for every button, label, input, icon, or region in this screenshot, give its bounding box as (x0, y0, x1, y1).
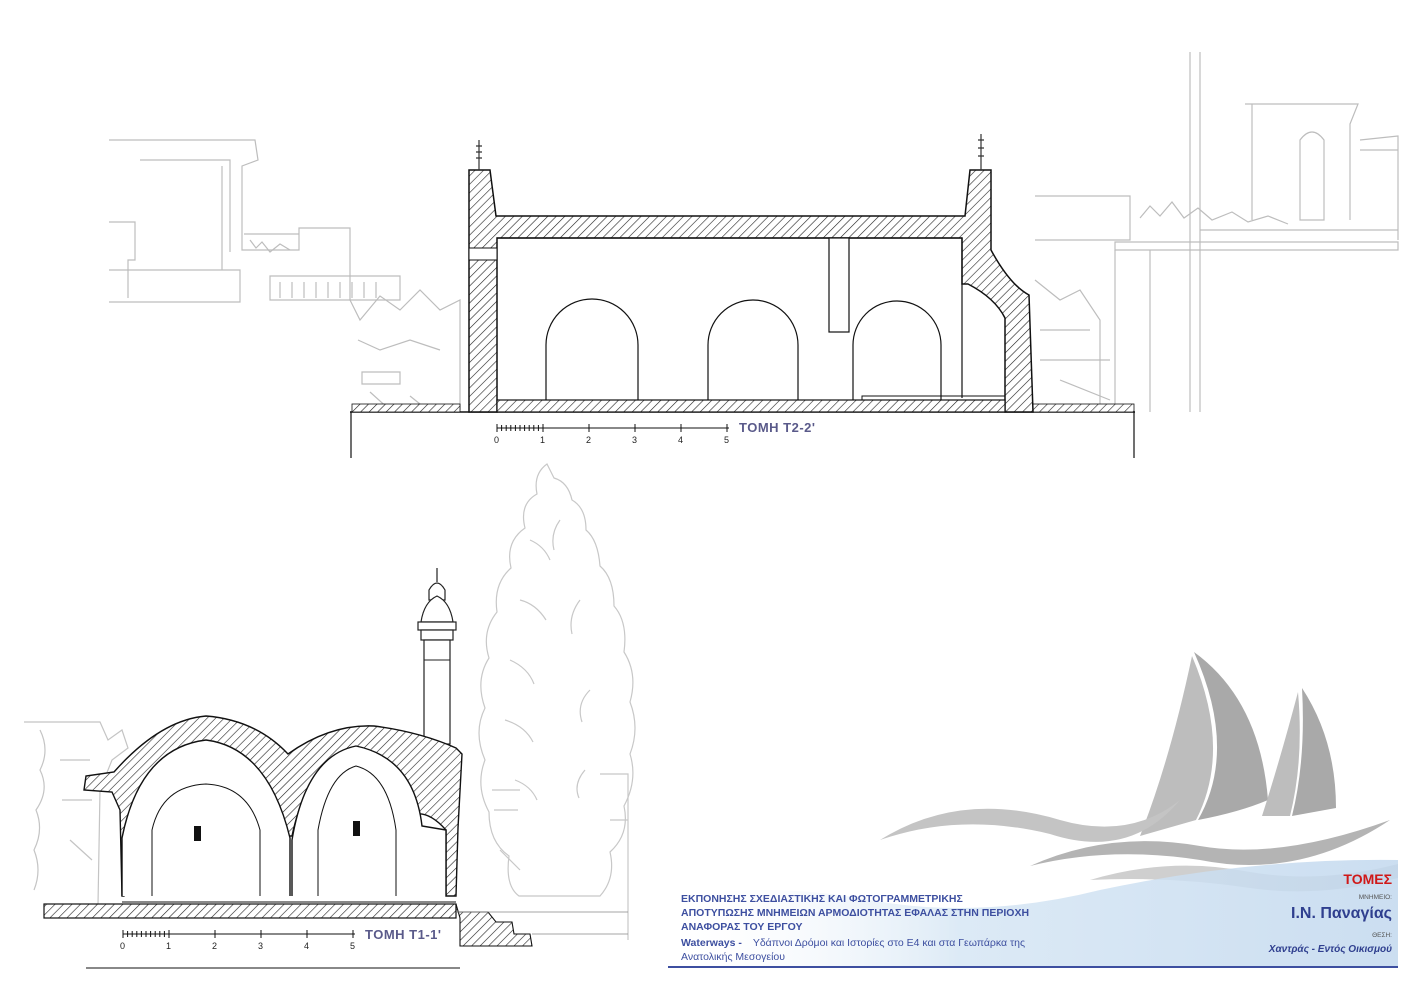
background-buildings-left-bottom (24, 721, 129, 906)
scale-label-4: 4 (304, 941, 310, 951)
location-name: Χαντράς - Εντός Οικισμού (1268, 944, 1392, 955)
project-line-2: ΑΠΟΤΥΠΩΣΗΣ ΜΝΗΜΕΙΩΝ ΑΡΜΟΔΙΟΤΗΤΑΣ ΕΦΑΛΑΣ … (681, 907, 1030, 919)
church-section-t2 (350, 134, 1135, 458)
scale-label-5: 5 (724, 435, 730, 445)
project-line-5: Ανατολικής Μεσογείου (681, 951, 786, 963)
scale-label-5: 5 (350, 941, 356, 951)
scale-label-0: 0 (120, 941, 126, 951)
background-cypress-tree (478, 463, 636, 940)
scale-label-1: 1 (166, 941, 172, 951)
sheet-title: ΤΟΜΕΣ (1343, 871, 1392, 887)
scale-label-3: 3 (632, 435, 638, 445)
sailboat-logo (880, 652, 1398, 892)
project-waterways-desc: Υδάπνοι Δρόμοι και Ιστορίες στο Ε4 και σ… (752, 937, 1026, 949)
project-line-1: ΕΚΠΟΝΗΣΗΣ ΣΧΕΔΙΑΣΤΙΚΗΣ ΚΑΙ ΦΩΤΟΓΡΑΜΜΕΤΡΙ… (681, 893, 963, 905)
background-buildings-left-top (109, 139, 461, 413)
location-label: ΘΕΣΗ: (1372, 932, 1392, 939)
monument-name: Ι.Ν. Παναγίας (1291, 905, 1392, 922)
drawing-canvas (24, 52, 1399, 969)
scale-label-2: 2 (212, 941, 218, 951)
project-waterways: Waterways - (681, 937, 742, 949)
scale-label-4: 4 (678, 435, 684, 445)
scale-label-2: 2 (586, 435, 592, 445)
project-line-4: Waterways - Υδάπνοι Δρόμοι και Ιστορίες … (681, 937, 1025, 949)
monument-label: ΜΝΗΜΕΙΟ: (1358, 894, 1392, 901)
project-line-3: ΑΝΑΦΟΡΑΣ ΤΟΥ ΕΡΓΟΥ (681, 921, 803, 933)
section-title-t2: ΤΟΜΗ Τ2-2' (739, 420, 816, 435)
scale-bar-bottom (122, 930, 355, 938)
church-section-t1 (43, 568, 628, 969)
scale-label-3: 3 (258, 941, 264, 951)
scale-label-0: 0 (494, 435, 500, 445)
scale-label-1: 1 (540, 435, 546, 445)
background-buildings-right-top (1034, 52, 1399, 412)
section-title-t1: ΤΟΜΗ Τ1-1' (365, 927, 442, 942)
scale-bar-top (496, 424, 729, 432)
